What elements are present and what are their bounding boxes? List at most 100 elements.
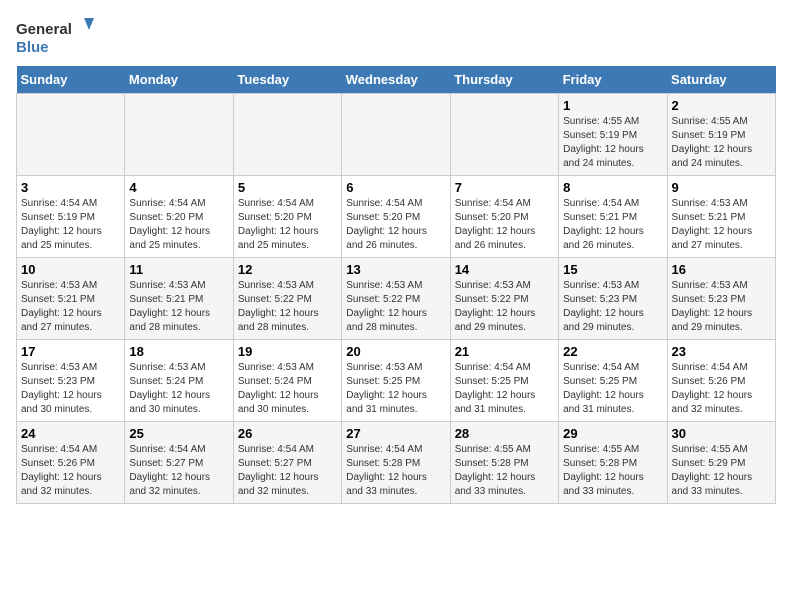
day-info: Sunrise: 4:55 AM Sunset: 5:19 PM Dayligh… — [563, 115, 662, 171]
day-info: Sunrise: 4:53 AM Sunset: 5:21 PM Dayligh… — [129, 279, 228, 335]
day-number: 23 — [672, 344, 771, 359]
day-number: 19 — [238, 344, 337, 359]
day-number: 16 — [672, 262, 771, 277]
day-info: Sunrise: 4:54 AM Sunset: 5:28 PM Dayligh… — [346, 443, 445, 499]
svg-text:General: General — [16, 21, 72, 38]
day-number: 8 — [563, 180, 662, 195]
day-info: Sunrise: 4:53 AM Sunset: 5:22 PM Dayligh… — [346, 279, 445, 335]
calendar-cell: 16 Sunrise: 4:53 AM Sunset: 5:23 PM Dayli… — [667, 258, 775, 340]
col-header-tuesday: Tuesday — [233, 66, 341, 94]
day-number: 26 — [238, 426, 337, 441]
day-number: 2 — [672, 98, 771, 113]
col-header-friday: Friday — [559, 66, 667, 94]
calendar-cell — [125, 94, 233, 176]
day-info: Sunrise: 4:53 AM Sunset: 5:23 PM Dayligh… — [563, 279, 662, 335]
calendar-cell: 1 Sunrise: 4:55 AM Sunset: 5:19 PM Daylig… — [559, 94, 667, 176]
day-info: Sunrise: 4:53 AM Sunset: 5:22 PM Dayligh… — [455, 279, 554, 335]
calendar-cell: 20 Sunrise: 4:53 AM Sunset: 5:25 PM Dayli… — [342, 340, 450, 422]
day-info: Sunrise: 4:54 AM Sunset: 5:20 PM Dayligh… — [455, 197, 554, 253]
col-header-wednesday: Wednesday — [342, 66, 450, 94]
day-info: Sunrise: 4:54 AM Sunset: 5:20 PM Dayligh… — [129, 197, 228, 253]
day-number: 30 — [672, 426, 771, 441]
day-info: Sunrise: 4:53 AM Sunset: 5:21 PM Dayligh… — [672, 197, 771, 253]
day-number: 5 — [238, 180, 337, 195]
day-info: Sunrise: 4:53 AM Sunset: 5:21 PM Dayligh… — [21, 279, 120, 335]
svg-text:Blue: Blue — [16, 39, 49, 56]
day-number: 12 — [238, 262, 337, 277]
week-row-1: 1 Sunrise: 4:55 AM Sunset: 5:19 PM Daylig… — [17, 94, 776, 176]
day-number: 22 — [563, 344, 662, 359]
day-info: Sunrise: 4:55 AM Sunset: 5:19 PM Dayligh… — [672, 115, 771, 171]
day-number: 10 — [21, 262, 120, 277]
calendar-cell: 27 Sunrise: 4:54 AM Sunset: 5:28 PM Dayli… — [342, 422, 450, 504]
page-header: General Blue — [16, 16, 776, 56]
week-row-2: 3 Sunrise: 4:54 AM Sunset: 5:19 PM Daylig… — [17, 176, 776, 258]
day-info: Sunrise: 4:54 AM Sunset: 5:26 PM Dayligh… — [672, 361, 771, 417]
day-number: 17 — [21, 344, 120, 359]
day-number: 27 — [346, 426, 445, 441]
day-info: Sunrise: 4:54 AM Sunset: 5:26 PM Dayligh… — [21, 443, 120, 499]
calendar-cell: 22 Sunrise: 4:54 AM Sunset: 5:25 PM Dayli… — [559, 340, 667, 422]
day-info: Sunrise: 4:53 AM Sunset: 5:24 PM Dayligh… — [129, 361, 228, 417]
day-number: 6 — [346, 180, 445, 195]
calendar-cell: 13 Sunrise: 4:53 AM Sunset: 5:22 PM Dayli… — [342, 258, 450, 340]
day-info: Sunrise: 4:54 AM Sunset: 5:25 PM Dayligh… — [455, 361, 554, 417]
day-number: 20 — [346, 344, 445, 359]
calendar-cell: 19 Sunrise: 4:53 AM Sunset: 5:24 PM Dayli… — [233, 340, 341, 422]
day-info: Sunrise: 4:55 AM Sunset: 5:28 PM Dayligh… — [563, 443, 662, 499]
day-info: Sunrise: 4:54 AM Sunset: 5:20 PM Dayligh… — [346, 197, 445, 253]
day-number: 3 — [21, 180, 120, 195]
calendar-cell: 17Sunrise: 4:53 AM Sunset: 5:23 PM Dayli… — [17, 340, 125, 422]
day-number: 7 — [455, 180, 554, 195]
calendar-cell: 10 Sunrise: 4:53 AM Sunset: 5:21 PM Dayli… — [17, 258, 125, 340]
calendar-cell: 29Sunrise: 4:55 AM Sunset: 5:28 PM Dayli… — [559, 422, 667, 504]
calendar-cell: 23 Sunrise: 4:54 AM Sunset: 5:26 PM Dayli… — [667, 340, 775, 422]
day-info: Sunrise: 4:54 AM Sunset: 5:27 PM Dayligh… — [129, 443, 228, 499]
day-number: 4 — [129, 180, 228, 195]
header-row: SundayMondayTuesdayWednesdayThursdayFrid… — [17, 66, 776, 94]
day-info: Sunrise: 4:53 AM Sunset: 5:22 PM Dayligh… — [238, 279, 337, 335]
col-header-thursday: Thursday — [450, 66, 558, 94]
day-number: 13 — [346, 262, 445, 277]
day-number: 9 — [672, 180, 771, 195]
day-info: Sunrise: 4:54 AM Sunset: 5:27 PM Dayligh… — [238, 443, 337, 499]
day-number: 14 — [455, 262, 554, 277]
calendar-cell: 3 Sunrise: 4:54 AM Sunset: 5:19 PM Daylig… — [17, 176, 125, 258]
day-number: 11 — [129, 262, 228, 277]
day-info: Sunrise: 4:54 AM Sunset: 5:25 PM Dayligh… — [563, 361, 662, 417]
calendar-cell: 8 Sunrise: 4:54 AM Sunset: 5:21 PM Daylig… — [559, 176, 667, 258]
week-row-3: 10 Sunrise: 4:53 AM Sunset: 5:21 PM Dayli… — [17, 258, 776, 340]
day-number: 1 — [563, 98, 662, 113]
calendar-cell: 21 Sunrise: 4:54 AM Sunset: 5:25 PM Dayli… — [450, 340, 558, 422]
calendar-cell: 25 Sunrise: 4:54 AM Sunset: 5:27 PM Dayli… — [125, 422, 233, 504]
calendar-cell: 30Sunrise: 4:55 AM Sunset: 5:29 PM Dayli… — [667, 422, 775, 504]
calendar-cell: 12 Sunrise: 4:53 AM Sunset: 5:22 PM Dayli… — [233, 258, 341, 340]
day-info: Sunrise: 4:53 AM Sunset: 5:25 PM Dayligh… — [346, 361, 445, 417]
calendar-cell: 26 Sunrise: 4:54 AM Sunset: 5:27 PM Dayli… — [233, 422, 341, 504]
calendar-table: SundayMondayTuesdayWednesdayThursdayFrid… — [16, 66, 776, 504]
calendar-cell: 14 Sunrise: 4:53 AM Sunset: 5:22 PM Dayli… — [450, 258, 558, 340]
week-row-4: 17Sunrise: 4:53 AM Sunset: 5:23 PM Dayli… — [17, 340, 776, 422]
calendar-cell — [233, 94, 341, 176]
day-number: 21 — [455, 344, 554, 359]
day-number: 15 — [563, 262, 662, 277]
calendar-cell — [342, 94, 450, 176]
day-number: 25 — [129, 426, 228, 441]
day-info: Sunrise: 4:54 AM Sunset: 5:21 PM Dayligh… — [563, 197, 662, 253]
logo: General Blue — [16, 16, 96, 56]
calendar-cell: 11 Sunrise: 4:53 AM Sunset: 5:21 PM Dayli… — [125, 258, 233, 340]
day-info: Sunrise: 4:54 AM Sunset: 5:20 PM Dayligh… — [238, 197, 337, 253]
day-info: Sunrise: 4:54 AM Sunset: 5:19 PM Dayligh… — [21, 197, 120, 253]
calendar-cell — [450, 94, 558, 176]
calendar-cell — [17, 94, 125, 176]
day-info: Sunrise: 4:55 AM Sunset: 5:28 PM Dayligh… — [455, 443, 554, 499]
day-info: Sunrise: 4:53 AM Sunset: 5:23 PM Dayligh… — [672, 279, 771, 335]
week-row-5: 24 Sunrise: 4:54 AM Sunset: 5:26 PM Dayli… — [17, 422, 776, 504]
calendar-cell: 15 Sunrise: 4:53 AM Sunset: 5:23 PM Dayli… — [559, 258, 667, 340]
calendar-cell: 5 Sunrise: 4:54 AM Sunset: 5:20 PM Daylig… — [233, 176, 341, 258]
col-header-monday: Monday — [125, 66, 233, 94]
day-info: Sunrise: 4:53 AM Sunset: 5:24 PM Dayligh… — [238, 361, 337, 417]
logo-svg: General Blue — [16, 16, 96, 56]
day-number: 24 — [21, 426, 120, 441]
calendar-cell: 9 Sunrise: 4:53 AM Sunset: 5:21 PM Daylig… — [667, 176, 775, 258]
